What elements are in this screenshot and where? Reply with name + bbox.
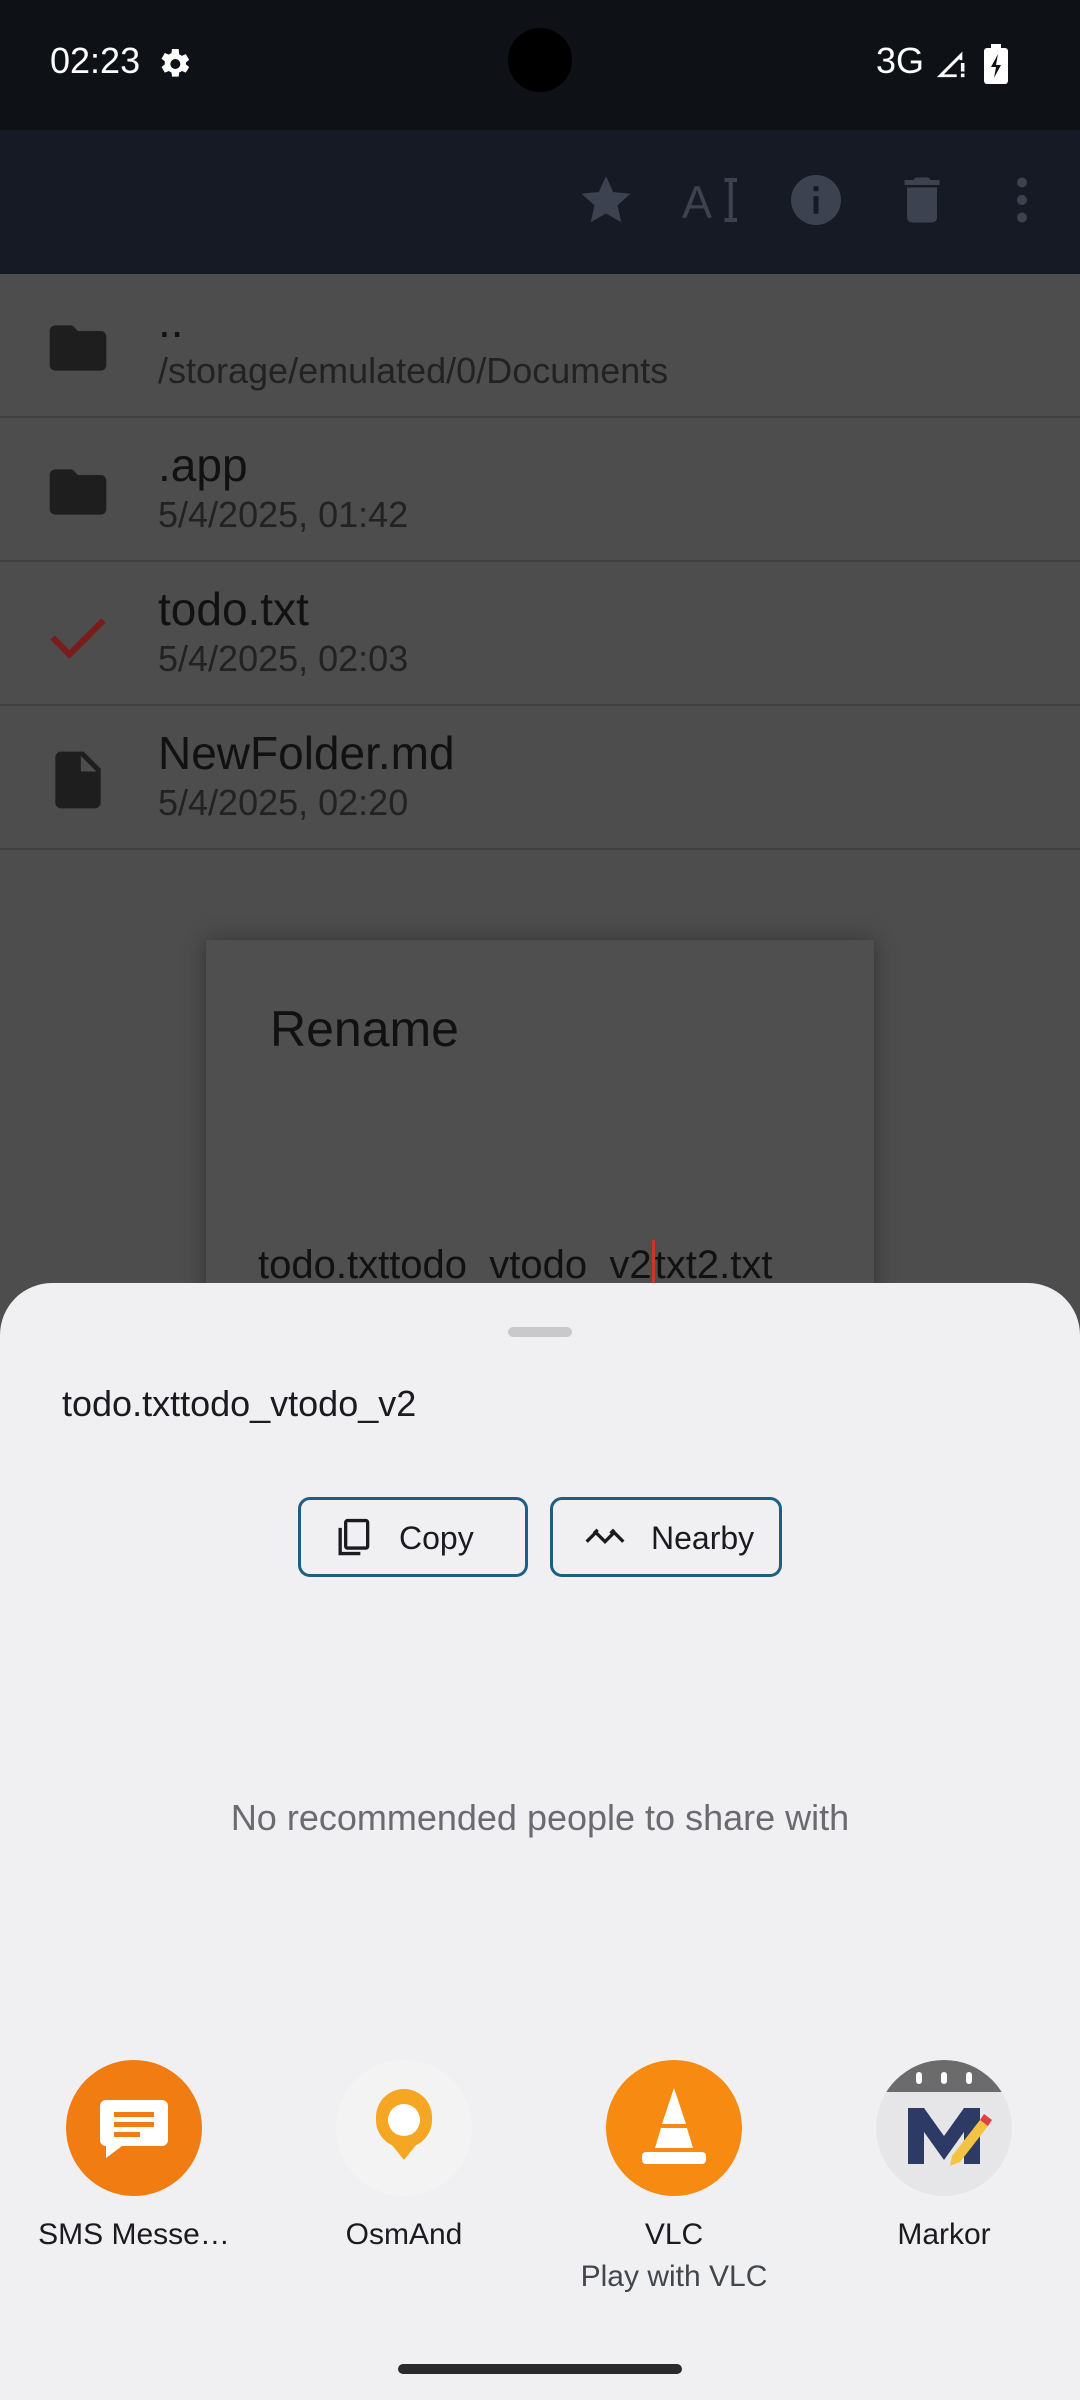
- info-icon[interactable]: [786, 170, 846, 230]
- copy-button[interactable]: Copy: [298, 1497, 528, 1577]
- file-name: todo.txt: [158, 583, 309, 635]
- share-target-osmand[interactable]: OsmAnd: [294, 2060, 514, 2252]
- file-date: 5/4/2025, 02:03: [158, 638, 409, 679]
- gesture-navigation-bar[interactable]: [398, 2364, 682, 2374]
- file-path: /storage/emulated/0/Documents: [158, 350, 669, 391]
- rename-input-text-after-caret: txt2.txt: [654, 1243, 773, 1287]
- battery-charging-icon: [984, 44, 1008, 84]
- share-target-vlc[interactable]: VLC Play with VLC: [564, 2060, 784, 2294]
- app-sublabel: Play with VLC: [580, 2260, 768, 2293]
- vlc-app-icon: [606, 2060, 742, 2196]
- star-icon[interactable]: [576, 170, 636, 230]
- settings-gear-icon: [161, 49, 190, 77]
- app-label: SMS Messe…: [38, 2218, 230, 2251]
- shared-text-preview: todo.txttodo_vtodo_v2: [62, 1383, 417, 1424]
- rename-input-text-before-caret: todo.txttodo_vtodo_v2: [258, 1243, 652, 1287]
- file-row-todo[interactable]: todo.txt 5/4/2025, 02:03: [0, 562, 1080, 706]
- file-row-newfolder-md[interactable]: NewFolder.md 5/4/2025, 02:20: [0, 706, 1080, 850]
- sheet-drag-handle[interactable]: [508, 1327, 572, 1337]
- rename-dialog: Rename todo.txttodo_vtodo_v2txt2.txt: [206, 940, 874, 1300]
- share-target-sms[interactable]: SMS Messe…: [24, 2060, 244, 2252]
- nearby-share-icon: [585, 1528, 625, 1545]
- text-format-icon[interactable]: A: [682, 170, 742, 230]
- app-label: VLC: [644, 2218, 704, 2251]
- camera-cutout: [508, 28, 572, 92]
- app-toolbar: A: [0, 130, 1080, 274]
- rename-input[interactable]: todo.txttodo_vtodo_v2txt2.txt: [258, 1240, 772, 1288]
- app-label: OsmAnd: [345, 2218, 463, 2251]
- file-name: ..: [158, 295, 184, 347]
- rename-dialog-title: Rename: [270, 1001, 459, 1057]
- file-date: 5/4/2025, 01:42: [158, 494, 409, 535]
- folder-icon: [49, 325, 107, 371]
- delete-icon[interactable]: [892, 170, 952, 230]
- svg-text:A: A: [682, 177, 712, 228]
- more-vert-icon[interactable]: [992, 170, 1052, 230]
- share-sheet: todo.txttodo_vtodo_v2 Copy Nearby No rec…: [0, 1283, 1080, 2400]
- copy-icon: [338, 1518, 370, 1556]
- signal-icon: [936, 51, 965, 78]
- status-bar: 02:23 3G: [0, 0, 1080, 130]
- nearby-label: Nearby: [651, 1520, 755, 1556]
- file-row-parent[interactable]: .. /storage/emulated/0/Documents: [0, 274, 1080, 418]
- app-label: Markor: [897, 2218, 991, 2251]
- share-target-markor[interactable]: Markor: [834, 2060, 1054, 2252]
- nearby-share-button[interactable]: Nearby: [550, 1497, 782, 1577]
- file-name: .app: [158, 439, 248, 491]
- network-type: 3G: [876, 40, 925, 81]
- file-name: NewFolder.md: [158, 727, 455, 779]
- check-icon: [50, 618, 106, 659]
- osmand-app-icon: [336, 2060, 472, 2196]
- file-icon: [55, 751, 101, 809]
- markor-app-icon: [876, 2060, 1012, 2196]
- folder-icon: [49, 469, 107, 515]
- sms-app-icon: [66, 2060, 202, 2196]
- no-recommended-people-text: No recommended people to share with: [230, 1797, 850, 1838]
- copy-label: Copy: [399, 1520, 474, 1556]
- status-time: 02:23: [50, 40, 141, 81]
- file-list: .. /storage/emulated/0/Documents .app 5/…: [0, 274, 1080, 850]
- file-row-app[interactable]: .app 5/4/2025, 01:42: [0, 418, 1080, 562]
- file-date: 5/4/2025, 02:20: [158, 782, 409, 823]
